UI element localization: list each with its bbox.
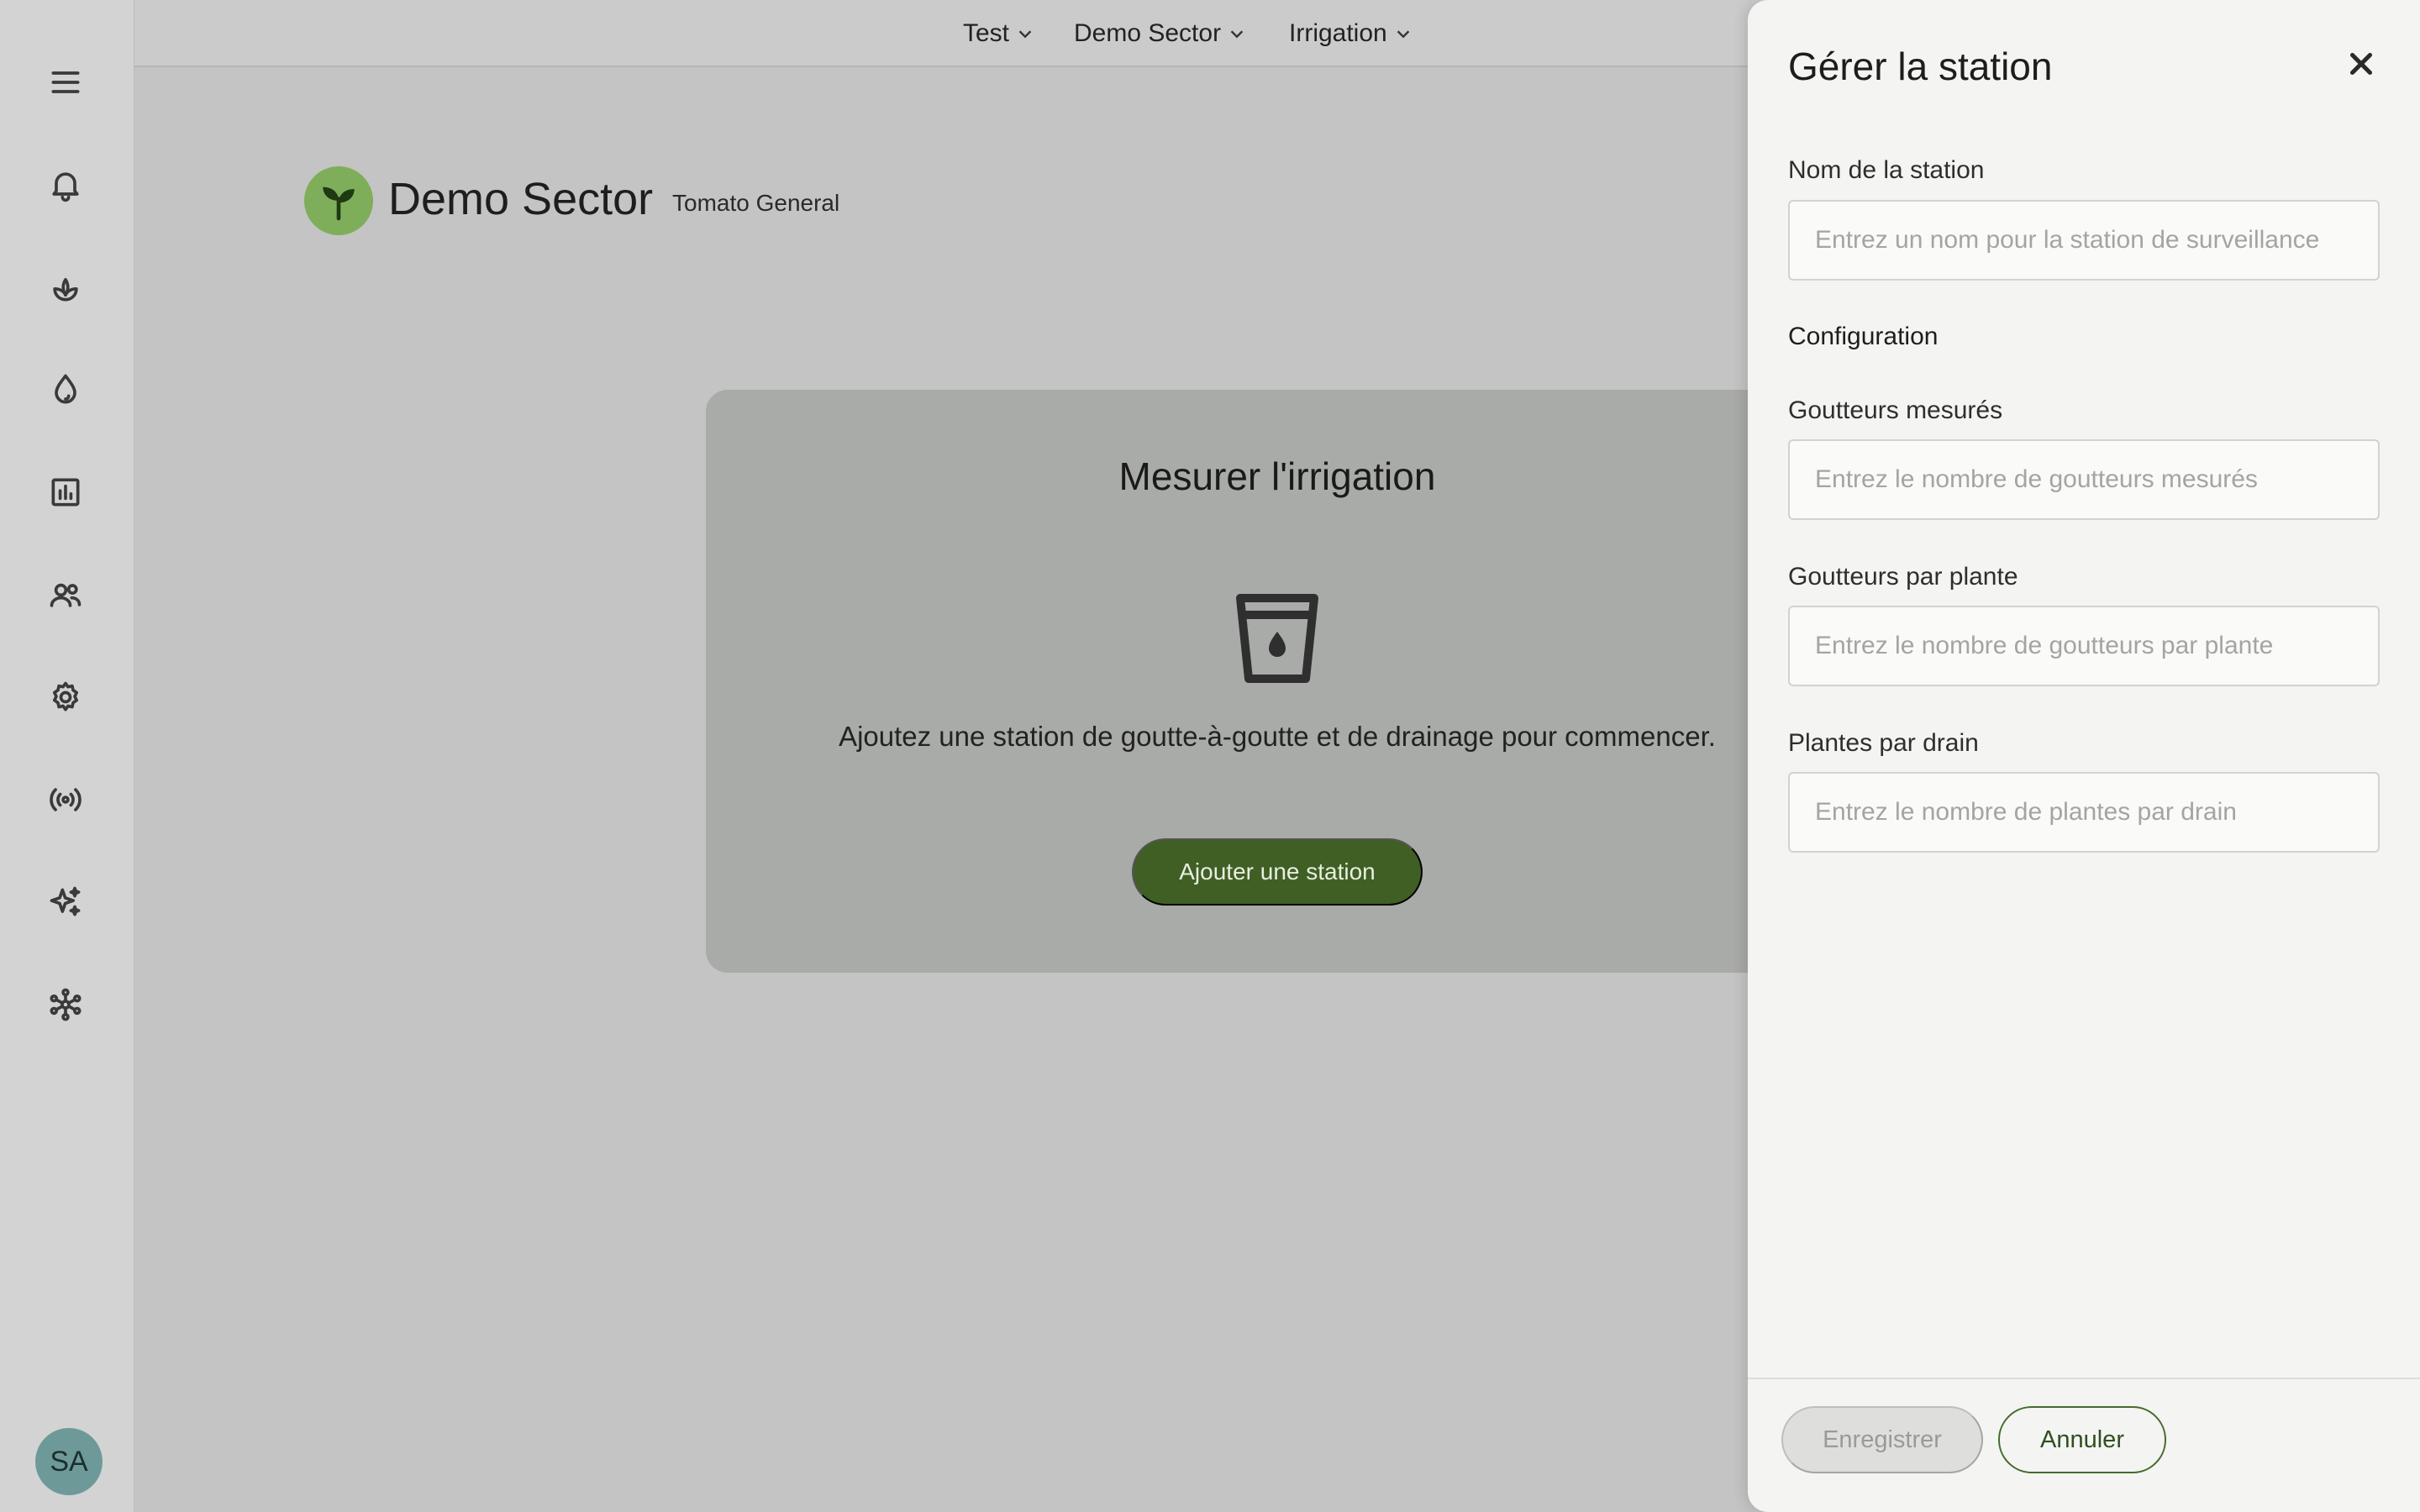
plant-icon xyxy=(323,186,355,221)
users-icon[interactable] xyxy=(42,571,89,618)
antenna-icon[interactable] xyxy=(42,776,89,823)
bell-icon[interactable] xyxy=(42,161,89,208)
drippers-per-plant-label: Goutteurs par plante xyxy=(1788,563,2018,591)
station-name-label: Nom de la station xyxy=(1788,156,1985,184)
breadcrumb-irrigation[interactable]: Irrigation xyxy=(1289,17,1413,50)
avatar[interactable]: SA xyxy=(35,1428,103,1495)
cup-drop-icon xyxy=(1236,594,1318,683)
crop-subtitle: Tomato General xyxy=(672,190,840,216)
drippers-measured-input[interactable] xyxy=(1788,439,2380,520)
avatar-initials: SA xyxy=(50,1445,88,1478)
chevron-down-icon xyxy=(1018,30,1032,39)
chevron-down-icon xyxy=(1230,30,1244,39)
side-navigation: SA xyxy=(0,0,134,1512)
close-button[interactable] xyxy=(2339,42,2383,86)
breadcrumb-label: Test xyxy=(963,19,1010,47)
drawer-title: Gérer la station xyxy=(1788,45,2053,88)
add-station-button[interactable]: Ajouter une station xyxy=(1132,838,1423,906)
plants-per-drain-input[interactable] xyxy=(1788,772,2380,853)
manage-station-drawer: Gérer la station Nom de la station Confi… xyxy=(1748,0,2420,1512)
network-icon[interactable] xyxy=(42,981,89,1028)
card-title: Mesurer l'irrigation xyxy=(1118,454,1436,498)
cancel-button[interactable]: Annuler xyxy=(1998,1406,2166,1473)
menu-icon[interactable] xyxy=(42,59,89,106)
footer-divider xyxy=(1748,1378,2420,1379)
drippers-measured-label: Goutteurs mesurés xyxy=(1788,396,2003,424)
save-button[interactable]: Enregistrer xyxy=(1781,1406,1983,1473)
page-title: Demo Sector xyxy=(388,174,654,224)
configuration-heading: Configuration xyxy=(1788,323,1939,350)
sprout-icon[interactable] xyxy=(42,264,89,311)
sector-logo xyxy=(304,166,373,235)
breadcrumb-label: Irrigation xyxy=(1289,19,1387,47)
breadcrumb-test[interactable]: Test xyxy=(963,17,1034,50)
drop-icon[interactable] xyxy=(42,366,89,413)
plants-per-drain-label: Plantes par drain xyxy=(1788,729,1979,757)
breadcrumb-label: Demo Sector xyxy=(1074,19,1222,47)
sparkles-icon[interactable] xyxy=(42,879,89,926)
gear-icon[interactable] xyxy=(42,674,89,721)
breadcrumb-sector[interactable]: Demo Sector xyxy=(1074,17,1246,50)
station-name-input[interactable] xyxy=(1788,200,2380,281)
chevron-down-icon xyxy=(1397,30,1409,39)
chart-icon[interactable] xyxy=(42,469,89,516)
card-description: Ajoutez une station de goutte-à-goutte e… xyxy=(839,721,1716,752)
drippers-per-plant-input[interactable] xyxy=(1788,606,2380,686)
close-icon xyxy=(2349,52,2373,76)
